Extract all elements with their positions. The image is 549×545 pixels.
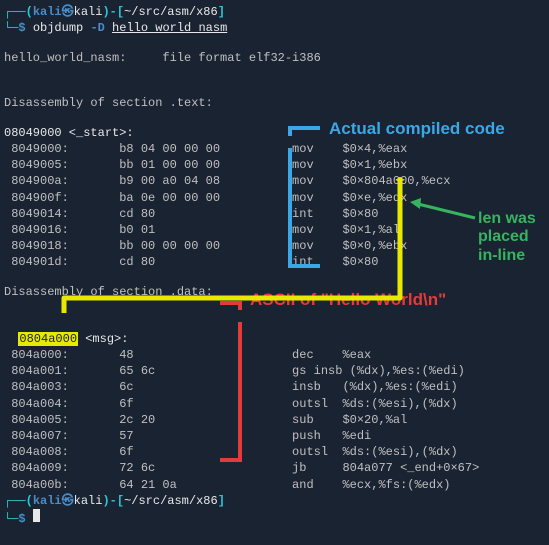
section-text-header: Disassembly of section .text:	[4, 95, 545, 111]
prompt-bracket: ]	[218, 493, 225, 509]
disasm-line: 804901d: cd 80 int $0×80	[4, 254, 545, 270]
disasm-line: 804a005: 2c 20 sub $0×20,%al	[4, 412, 545, 428]
prompt-host: kali	[74, 4, 103, 20]
file-format-line: hello_world_nasm: file format elf32-i386	[4, 50, 545, 66]
prompt-symbol: ㉿	[62, 493, 74, 509]
disasm-line: 8049000: b8 04 00 00 00 mov $0×4,%eax	[4, 141, 545, 157]
prompt-dollar: $	[18, 20, 25, 36]
disasm-line: 804a007: 57 push %edi	[4, 428, 545, 444]
prompt-close: )-[	[102, 493, 124, 509]
prompt-close: )-[	[102, 4, 124, 20]
prompt-line-1: ┌──( kali ㉿ kali )-[ ~/src/asm/x86 ]	[4, 4, 545, 20]
command: objdump	[33, 20, 83, 36]
command-flag: -D	[90, 20, 104, 36]
prompt-symbol: ㉿	[62, 4, 74, 20]
disasm-line: 804a00b: 64 21 0a and %ecx,%fs:(%edx)	[4, 477, 545, 493]
start-symbol-header: 08049000 <_start>:	[4, 125, 545, 141]
disasm-line: 804a009: 72 6c jb 804a077 <_end+0×67>	[4, 460, 545, 476]
prompt-prefix: ┌──(	[4, 493, 33, 509]
disasm-line: 804900a: b9 00 a0 04 08 mov $0×804a000,%…	[4, 173, 545, 189]
prompt-prefix2: └─	[4, 511, 18, 527]
prompt-bracket: ]	[218, 4, 225, 20]
prompt-host: kali	[74, 493, 103, 509]
disasm-line: 804a001: 65 6c gs insb (%dx),%es:(%edi)	[4, 363, 545, 379]
disasm-line: 804900f: ba 0e 00 00 00 mov $0×e,%edx	[4, 190, 545, 206]
cursor[interactable]	[33, 509, 40, 522]
prompt-path: ~/src/asm/x86	[124, 493, 218, 509]
msg-label: <msg>:	[78, 332, 128, 346]
prompt-line-2[interactable]: └─ $ objdump -D hello world nasm	[4, 20, 545, 36]
disasm-line: 8049016: b0 01 mov $0×1,%al	[4, 222, 545, 238]
disasm-line: 804a008: 6f outsl %ds:(%esi),(%dx)	[4, 444, 545, 460]
prompt2-line-2[interactable]: └─ $	[4, 509, 545, 527]
disasm-line: 8049005: bb 01 00 00 00 mov $0×1,%ebx	[4, 157, 545, 173]
prompt2-line-1: ┌──( kali ㉿ kali )-[ ~/src/asm/x86 ]	[4, 493, 545, 509]
prompt-path: ~/src/asm/x86	[124, 4, 218, 20]
section-data-header: Disassembly of section .data:	[4, 284, 545, 300]
disasm-line: 8049014: cd 80 int $0×80	[4, 206, 545, 222]
disasm-line: 8049018: bb 00 00 00 00 mov $0×0,%ebx	[4, 238, 545, 254]
prompt-user: kali	[33, 4, 62, 20]
msg-symbol-header: 0804a000 <msg>:	[4, 315, 545, 347]
command-arg: hello world nasm	[112, 20, 227, 36]
disasm-line: 804a000: 48 dec %eax	[4, 347, 545, 363]
prompt-user: kali	[33, 493, 62, 509]
text-section-body: 8049000: b8 04 00 00 00 mov $0×4,%eax 80…	[4, 141, 545, 271]
data-section-body: 804a000: 48 dec %eax 804a001: 65 6c gs i…	[4, 347, 545, 493]
msg-address-highlight: 0804a000	[18, 332, 78, 346]
disasm-line: 804a003: 6c insb (%dx),%es:(%edi)	[4, 379, 545, 395]
disasm-line: 804a004: 6f outsl %ds:(%esi),(%dx)	[4, 396, 545, 412]
prompt-prefix: ┌──(	[4, 4, 33, 20]
prompt-prefix2: └─	[4, 20, 18, 36]
prompt-dollar: $	[18, 511, 25, 527]
